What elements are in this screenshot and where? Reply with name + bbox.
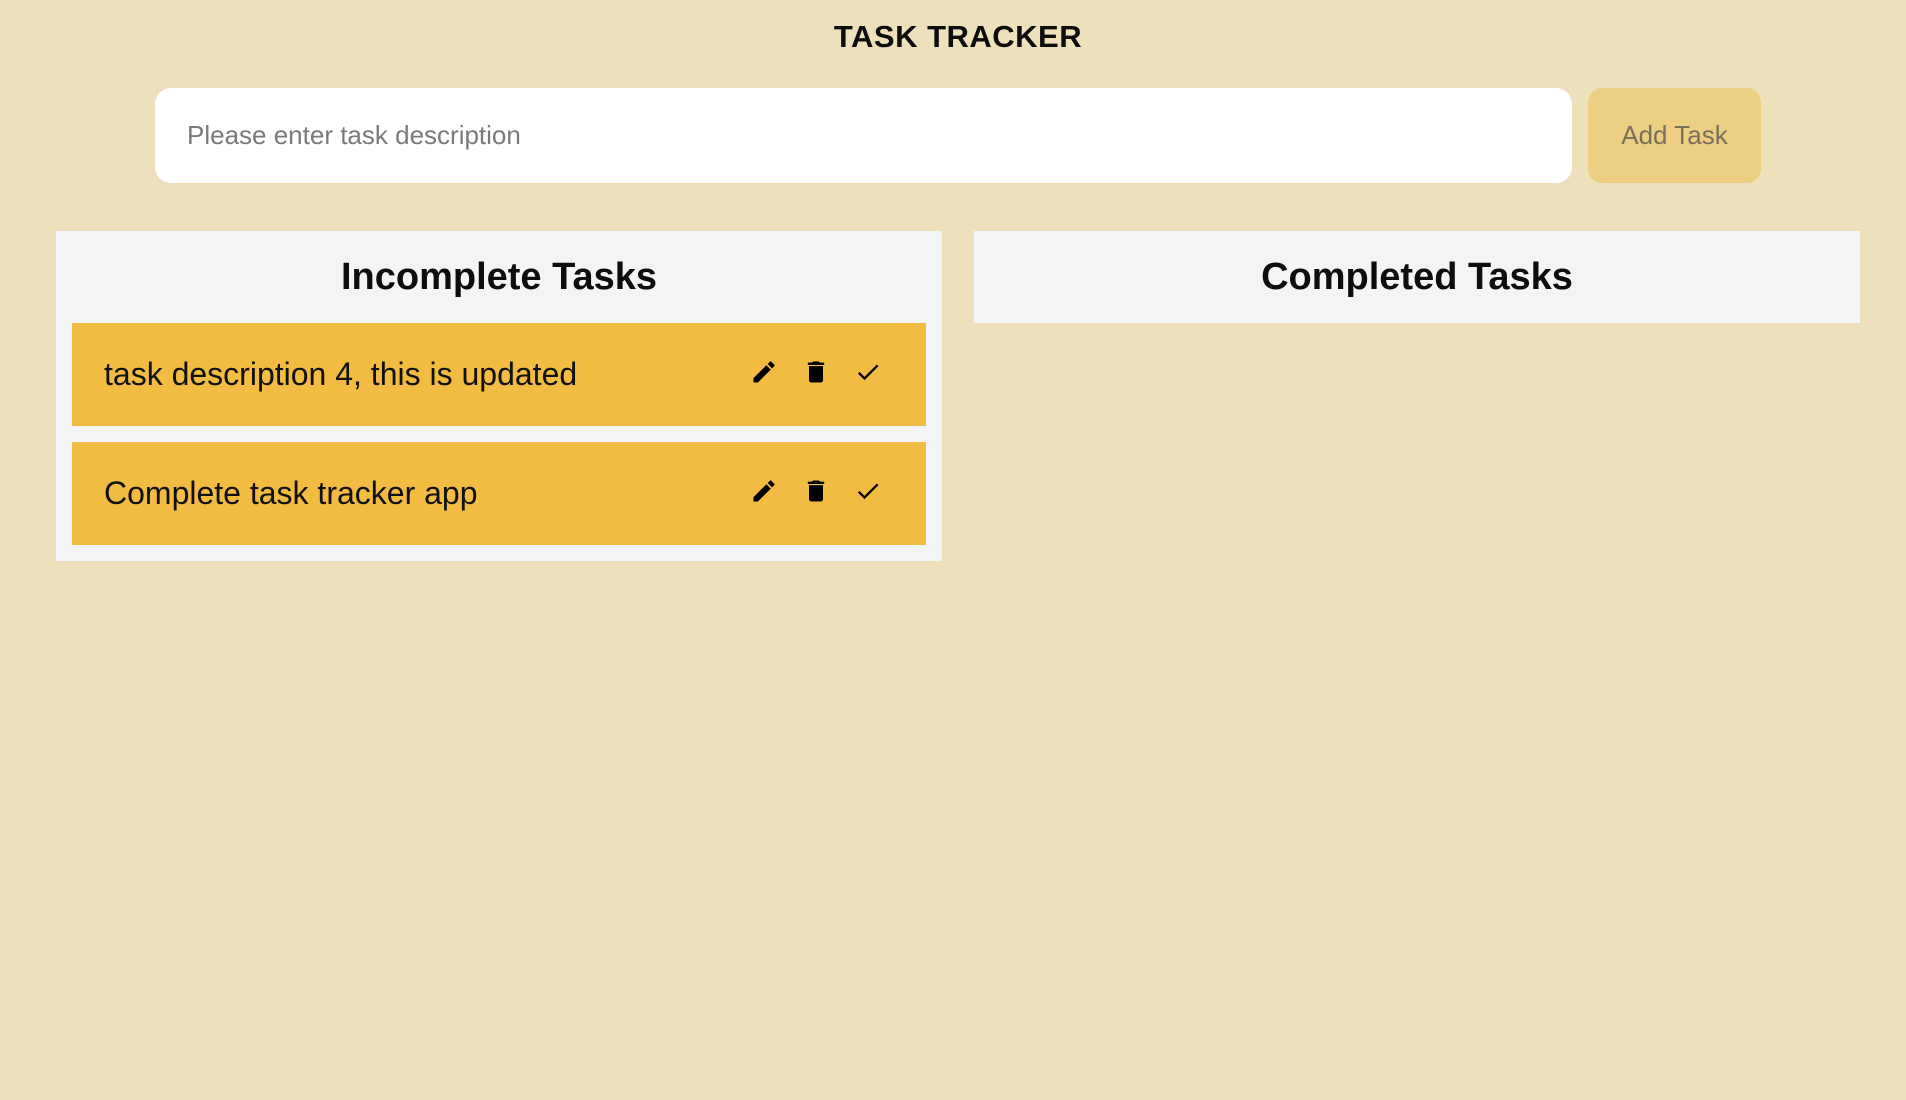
pencil-icon[interactable] (750, 358, 778, 386)
check-icon[interactable] (854, 477, 882, 505)
task-text: Complete task tracker app (104, 475, 478, 511)
task-actions (750, 358, 882, 386)
task-text: task description 4, this is updated (104, 356, 578, 392)
pencil-icon[interactable] (750, 477, 778, 505)
incomplete-tasks-title: Incomplete Tasks (340, 256, 658, 298)
completed-tasks-title: Completed Tasks (1261, 256, 1573, 298)
task-actions (750, 477, 882, 505)
add-task-form: Add Task (155, 88, 1761, 183)
completed-tasks-panel: Completed Tasks (974, 231, 1860, 323)
task-item: Complete task tracker app (72, 442, 926, 545)
trash-icon[interactable] (802, 358, 830, 386)
task-tracker-page: TASK TRACKER Add Task Incomplete Tasks t… (0, 0, 1906, 1100)
check-icon[interactable] (854, 358, 882, 386)
incomplete-task-list: task description 4, this is updated Comp… (72, 323, 926, 545)
task-item: task description 4, this is updated (72, 323, 926, 426)
incomplete-tasks-panel: Incomplete Tasks task description 4, thi… (56, 231, 942, 561)
add-task-button[interactable]: Add Task (1588, 88, 1761, 183)
task-description-input[interactable] (155, 88, 1572, 183)
app-title: TASK TRACKER (833, 19, 1083, 54)
trash-icon[interactable] (802, 477, 830, 505)
